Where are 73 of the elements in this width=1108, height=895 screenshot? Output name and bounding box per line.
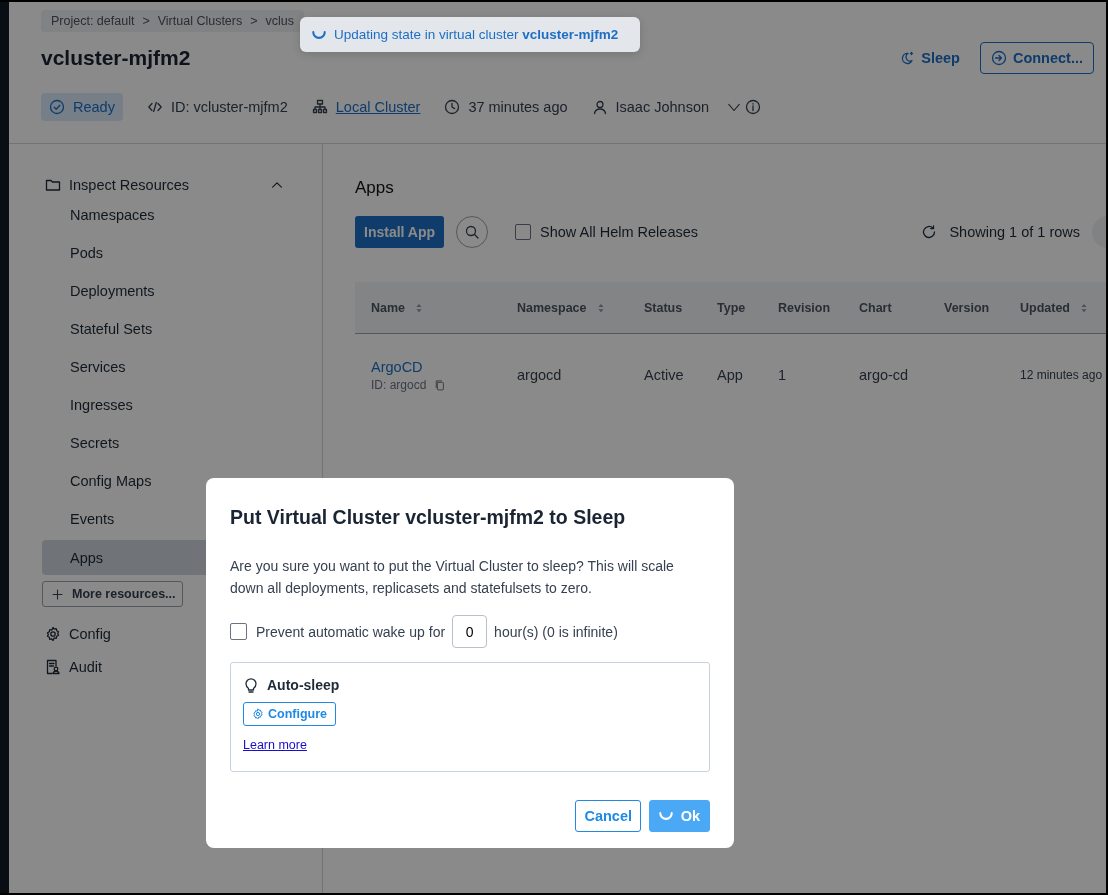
- toast-message: Updating state in virtual cluster vcluster-mjfm2: [334, 27, 619, 42]
- section-title: Apps: [355, 178, 395, 198]
- sidebar-item[interactable]: Ingresses: [42, 386, 322, 424]
- breadcrumb-separator: >: [250, 14, 258, 28]
- cluster-link[interactable]: Local Cluster: [335, 99, 421, 115]
- breadcrumb-link[interactable]: Project: default: [51, 14, 135, 28]
- connect-icon: [990, 50, 1007, 66]
- app-name-link[interactable]: ArgoCD: [371, 358, 423, 375]
- sidebar-item[interactable]: Namespaces: [42, 196, 322, 234]
- table-cell: 12 minutes ago: [1020, 368, 1103, 382]
- sidebar-item[interactable]: Stateful Sets: [42, 310, 322, 348]
- breadcrumb-link[interactable]: vclus: [265, 14, 295, 28]
- table-cell: argocd: [517, 367, 562, 383]
- table-cell: Active: [644, 367, 684, 383]
- sidebar-item[interactable]: Deployments: [42, 272, 322, 310]
- folder-icon: [45, 177, 61, 193]
- info-icon: [745, 99, 762, 115]
- sidebar-group-header[interactable]: Inspect Resources: [45, 174, 322, 196]
- search-icon: [464, 224, 481, 240]
- plus-icon: [51, 587, 64, 601]
- configure-button[interactable]: Configure: [243, 702, 337, 726]
- moon-icon: [899, 50, 916, 66]
- sidebar-item[interactable]: Services: [42, 348, 322, 386]
- status-badge: Ready: [41, 93, 123, 121]
- cluster-id: ID: vcluster-mjfm2: [170, 99, 288, 115]
- checkbox[interactable]: [515, 224, 532, 240]
- column-header[interactable]: Revision: [762, 282, 843, 333]
- search-button[interactable]: [456, 216, 489, 248]
- panel-title: Auto-sleep: [267, 677, 340, 693]
- refresh-icon: [921, 224, 938, 240]
- connect-button[interactable]: Connect...: [979, 42, 1094, 74]
- document-icon: [45, 658, 61, 675]
- user-icon: [591, 99, 608, 115]
- checkbox[interactable]: [230, 623, 247, 640]
- breadcrumb-link[interactable]: Virtual Clusters: [157, 14, 243, 28]
- sleep-button[interactable]: Sleep: [895, 44, 964, 72]
- cancel-button[interactable]: Cancel: [575, 800, 641, 832]
- code-icon: [146, 99, 163, 115]
- checkbox-label: Show All Helm Releases: [540, 224, 698, 240]
- breadcrumb-separator: >: [142, 14, 150, 28]
- copy-icon: [434, 378, 447, 391]
- table-cell: argo-cd: [859, 367, 909, 383]
- created-time: 37 minutes ago: [468, 99, 568, 115]
- app-id: ID: argocd: [371, 377, 427, 392]
- lightbulb-icon: [243, 677, 259, 693]
- column-header[interactable]: Namespace: [501, 282, 628, 333]
- dialog-title: Put Virtual Cluster vcluster-mjfm2 to Sleep: [230, 506, 627, 529]
- hours-input[interactable]: 0: [452, 615, 488, 648]
- column-header[interactable]: Name: [355, 282, 501, 333]
- refresh-button[interactable]: [921, 224, 938, 240]
- cluster-icon: [311, 99, 328, 115]
- table-cell: App: [717, 367, 743, 383]
- row-count: Showing 1 of 1 rows: [949, 224, 1080, 240]
- checkbox-label: Prevent automatic wake up for: [256, 623, 446, 640]
- install-app-button[interactable]: Install App: [355, 216, 445, 248]
- more-resources-button[interactable]: More resources...: [42, 581, 183, 607]
- table-cell: 1: [778, 367, 787, 383]
- input-suffix: hour(s) (0 is infinite): [494, 623, 618, 640]
- sidebar-item[interactable]: Secrets: [42, 424, 322, 462]
- clock-icon: [444, 99, 461, 115]
- sidebar-item[interactable]: Pods: [42, 234, 322, 272]
- page-title: vcluster-mjfm2: [41, 46, 191, 70]
- column-header[interactable]: Updated: [1004, 282, 1106, 333]
- learn-more-link[interactable]: Learn more: [243, 738, 307, 752]
- column-header[interactable]: Type: [701, 282, 762, 333]
- column-header[interactable]: Version: [928, 282, 1004, 333]
- check-circle-icon: [49, 99, 65, 115]
- gear-icon: [45, 625, 61, 642]
- column-header[interactable]: Chart: [843, 282, 928, 333]
- ok-button[interactable]: Ok: [649, 800, 710, 832]
- gear-icon: [252, 708, 264, 720]
- column-header[interactable]: Status: [628, 282, 701, 333]
- owner-name: Isaac Johnson: [615, 99, 710, 115]
